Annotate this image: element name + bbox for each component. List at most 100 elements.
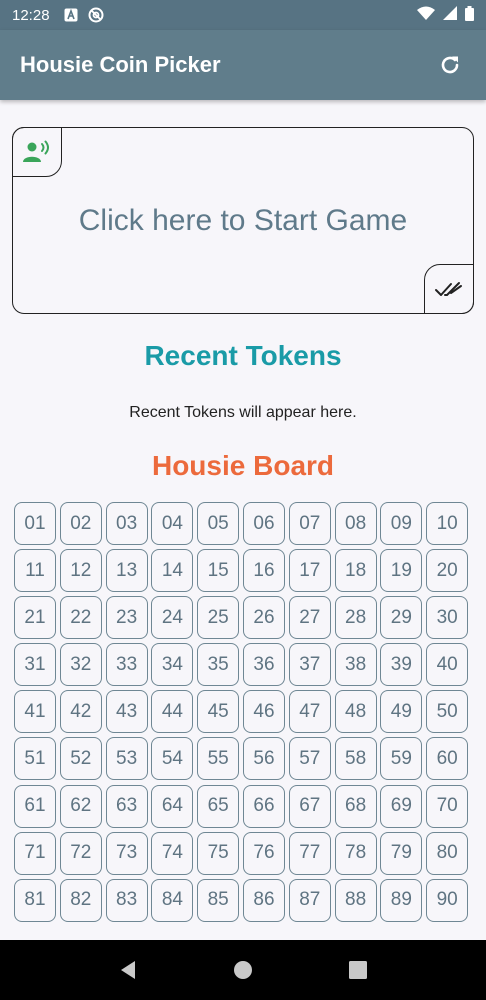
board-cell[interactable]: 55 bbox=[197, 737, 240, 781]
back-button[interactable] bbox=[108, 950, 148, 990]
board-cell[interactable]: 67 bbox=[288, 784, 331, 828]
board-cell[interactable]: 05 bbox=[197, 502, 240, 545]
board-cell[interactable]: 34 bbox=[151, 643, 194, 687]
board-cell[interactable]: 59 bbox=[380, 737, 423, 781]
board-cell[interactable]: 21 bbox=[14, 596, 56, 640]
board-cell[interactable]: 27 bbox=[288, 596, 331, 640]
board-cell[interactable]: 36 bbox=[242, 643, 285, 687]
board-cell[interactable]: 49 bbox=[380, 690, 423, 734]
recents-icon bbox=[349, 961, 368, 979]
refresh-button[interactable] bbox=[434, 49, 466, 81]
board-cell[interactable]: 46 bbox=[242, 690, 285, 734]
board-cell[interactable]: 58 bbox=[334, 737, 377, 781]
app-bar: Housie Coin Picker bbox=[0, 30, 486, 100]
board-cell[interactable]: 32 bbox=[59, 643, 102, 687]
board-cell[interactable]: 64 bbox=[151, 784, 194, 828]
board-cell[interactable]: 41 bbox=[14, 690, 56, 734]
board-cell[interactable]: 44 bbox=[151, 690, 194, 734]
board-cell[interactable]: 07 bbox=[288, 502, 331, 545]
board-cell[interactable]: 11 bbox=[14, 549, 56, 593]
board-cell[interactable]: 35 bbox=[197, 643, 240, 687]
done-button[interactable] bbox=[424, 264, 474, 314]
board-cell[interactable]: 52 bbox=[59, 737, 102, 781]
board-cell[interactable]: 24 bbox=[151, 596, 194, 640]
board-cell[interactable]: 70 bbox=[426, 784, 469, 828]
board-cell[interactable]: 26 bbox=[242, 596, 285, 640]
board-cell[interactable]: 47 bbox=[288, 690, 331, 734]
board-cell[interactable]: 62 bbox=[59, 784, 102, 828]
board-cell[interactable]: 88 bbox=[334, 878, 377, 922]
recents-button[interactable] bbox=[338, 950, 378, 990]
voice-toggle-button[interactable] bbox=[12, 127, 62, 177]
board-cell[interactable]: 69 bbox=[380, 784, 423, 828]
board-cell[interactable]: 04 bbox=[151, 502, 194, 545]
board-cell[interactable]: 54 bbox=[151, 737, 194, 781]
board-cell[interactable]: 48 bbox=[334, 690, 377, 734]
board-cell[interactable]: 80 bbox=[426, 831, 469, 875]
board-cell[interactable]: 22 bbox=[59, 596, 102, 640]
board-cell[interactable]: 76 bbox=[242, 831, 285, 875]
board-cell[interactable]: 85 bbox=[197, 878, 240, 922]
board-cell[interactable]: 43 bbox=[105, 690, 148, 734]
board-cell[interactable]: 38 bbox=[334, 643, 377, 687]
board-cell[interactable]: 09 bbox=[380, 502, 423, 545]
board-cell[interactable]: 40 bbox=[426, 643, 469, 687]
board-cell[interactable]: 16 bbox=[242, 549, 285, 593]
board-cell[interactable]: 02 bbox=[59, 502, 102, 545]
board-cell[interactable]: 23 bbox=[105, 596, 148, 640]
start-game-card[interactable]: Click here to Start Game bbox=[12, 127, 474, 314]
board-cell[interactable]: 61 bbox=[14, 784, 56, 828]
board-cell[interactable]: 74 bbox=[151, 831, 194, 875]
board-cell[interactable]: 65 bbox=[197, 784, 240, 828]
board-cell[interactable]: 78 bbox=[334, 831, 377, 875]
board-cell[interactable]: 19 bbox=[380, 549, 423, 593]
board-cell[interactable]: 82 bbox=[59, 878, 102, 922]
board-cell[interactable]: 28 bbox=[334, 596, 377, 640]
board-cell[interactable]: 89 bbox=[380, 878, 423, 922]
board-cell[interactable]: 51 bbox=[14, 737, 56, 781]
board-cell[interactable]: 53 bbox=[105, 737, 148, 781]
board-cell[interactable]: 17 bbox=[288, 549, 331, 593]
board-cell[interactable]: 39 bbox=[380, 643, 423, 687]
board-cell[interactable]: 30 bbox=[426, 596, 469, 640]
board-cell[interactable]: 68 bbox=[334, 784, 377, 828]
board-cell[interactable]: 08 bbox=[334, 502, 377, 545]
board-cell[interactable]: 81 bbox=[14, 878, 56, 922]
board-cell[interactable]: 14 bbox=[151, 549, 194, 593]
board-cell[interactable]: 01 bbox=[14, 502, 56, 545]
board-cell[interactable]: 42 bbox=[59, 690, 102, 734]
board-cell[interactable]: 71 bbox=[14, 831, 56, 875]
board-cell[interactable]: 37 bbox=[288, 643, 331, 687]
home-button[interactable] bbox=[223, 950, 263, 990]
board-cell[interactable]: 63 bbox=[105, 784, 148, 828]
board-cell[interactable]: 06 bbox=[242, 502, 285, 545]
board-cell[interactable]: 13 bbox=[105, 549, 148, 593]
board-cell[interactable]: 50 bbox=[426, 690, 469, 734]
board-cell[interactable]: 90 bbox=[426, 878, 469, 922]
board-cell[interactable]: 60 bbox=[426, 737, 469, 781]
board-cell[interactable]: 18 bbox=[334, 549, 377, 593]
recent-tokens-title: Recent Tokens bbox=[144, 340, 342, 371]
board-cell[interactable]: 03 bbox=[105, 502, 148, 545]
board-cell[interactable]: 84 bbox=[151, 878, 194, 922]
board-cell[interactable]: 66 bbox=[242, 784, 285, 828]
board-cell[interactable]: 56 bbox=[242, 737, 285, 781]
board-cell[interactable]: 87 bbox=[288, 878, 331, 922]
board-cell[interactable]: 77 bbox=[288, 831, 331, 875]
board-cell[interactable]: 20 bbox=[426, 549, 469, 593]
board-cell[interactable]: 45 bbox=[197, 690, 240, 734]
board-cell[interactable]: 73 bbox=[105, 831, 148, 875]
board-cell[interactable]: 33 bbox=[105, 643, 148, 687]
board-cell[interactable]: 10 bbox=[426, 502, 469, 545]
board-cell[interactable]: 29 bbox=[380, 596, 423, 640]
board-cell[interactable]: 83 bbox=[105, 878, 148, 922]
board-cell[interactable]: 57 bbox=[288, 737, 331, 781]
board-cell[interactable]: 31 bbox=[14, 643, 56, 687]
board-cell[interactable]: 15 bbox=[197, 549, 240, 593]
board-cell[interactable]: 79 bbox=[380, 831, 423, 875]
board-cell[interactable]: 75 bbox=[197, 831, 240, 875]
board-cell[interactable]: 12 bbox=[59, 549, 102, 593]
board-cell[interactable]: 25 bbox=[197, 596, 240, 640]
board-cell[interactable]: 72 bbox=[59, 831, 102, 875]
board-cell[interactable]: 86 bbox=[242, 878, 285, 922]
